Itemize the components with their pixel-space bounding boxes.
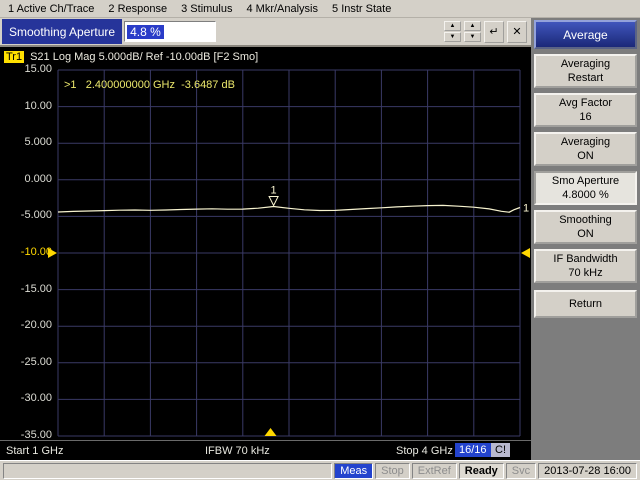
entry-bar: Smoothing Aperture 4.8 % ▲ ▼ ▲ ▼ ↵ ✕: [0, 18, 531, 47]
marker-readout: >1 2.400000000 GHz -3.6487 dB: [64, 79, 235, 91]
softkey-return[interactable]: Return: [534, 290, 637, 318]
ref-level-marker-right: [521, 248, 530, 258]
marker-1-symbol: [268, 196, 279, 207]
spin-up-fine-icon[interactable]: ▲: [464, 21, 481, 31]
trace1-badge[interactable]: Tr1: [4, 51, 25, 63]
entry-value: 4.8 %: [127, 24, 164, 39]
y-axis-label: -15.00: [20, 283, 52, 295]
spin-up-icon[interactable]: ▲: [444, 21, 461, 31]
plot-footer: Start 1 GHz IFBW 70 kHz Stop 4 GHz 16/16…: [0, 440, 531, 460]
enter-icon[interactable]: ↵: [484, 20, 504, 43]
softkey-value: 4.8000 %: [562, 189, 609, 201]
softkey-panel: Average Averaging Restart Avg Factor 16 …: [531, 18, 640, 460]
y-axis-label: -5.000: [20, 209, 52, 221]
spin-down-fine-icon[interactable]: ▼: [464, 32, 481, 42]
cal-status-badge: C!: [491, 443, 510, 457]
status-stop: Stop: [375, 462, 410, 479]
smoothing-aperture-input[interactable]: 4.8 %: [124, 21, 217, 42]
status-extref: ExtRef: [411, 462, 457, 479]
softkey-value: 70 kHz: [568, 267, 603, 279]
sweep-indicator: [264, 428, 277, 436]
menu-item-mkr-analysis[interactable]: 4 Mkr/Analysis: [246, 3, 318, 15]
status-meas: Meas: [334, 462, 374, 479]
avg-count-badge: 16/16: [455, 443, 491, 457]
softkey-avg-factor[interactable]: Avg Factor 16: [534, 93, 637, 127]
menu-item-active-ch-trace[interactable]: 1 Active Ch/Trace: [8, 3, 94, 15]
softkey-label: Smo Aperture: [551, 174, 620, 187]
softkey-label: Averaging: [560, 57, 611, 70]
menu-item-instr-state[interactable]: 5 Instr State: [332, 3, 391, 15]
plot-svg: 11: [48, 69, 530, 437]
spin-group-coarse: ▲ ▼: [444, 21, 461, 42]
softkey-if-bandwidth[interactable]: IF Bandwidth 70 kHz: [534, 249, 637, 283]
ifbw-label: IFBW 70 kHz: [205, 445, 270, 457]
softkey-label: Averaging: [560, 135, 611, 148]
entry-controls: ▲ ▼ ▲ ▼ ↵ ✕: [444, 20, 527, 43]
menu-item-stimulus[interactable]: 3 Stimulus: [181, 3, 232, 15]
y-axis-label: 5.000: [24, 136, 52, 148]
softkey-smo-aperture[interactable]: Smo Aperture 4.8000 %: [534, 171, 637, 205]
softkey-menu-title: Average: [534, 20, 637, 49]
y-axis-label: 10.00: [24, 100, 52, 112]
close-icon[interactable]: ✕: [507, 20, 527, 43]
menu-bar: 1 Active Ch/Trace 2 Response 3 Stimulus …: [0, 0, 640, 18]
y-axis-label: 0.000: [24, 173, 52, 185]
softkey-value: Restart: [567, 72, 604, 84]
status-datetime: 2013-07-28 16:00: [538, 462, 637, 479]
left-column: Smoothing Aperture 4.8 % ▲ ▼ ▲ ▼ ↵ ✕ Tr1…: [0, 18, 531, 460]
menu-item-response[interactable]: 2 Response: [108, 3, 167, 15]
softkey-value: ON: [577, 228, 594, 240]
content-area: Smoothing Aperture 4.8 % ▲ ▼ ▲ ▼ ↵ ✕ Tr1…: [0, 18, 640, 460]
start-frequency-label: Start 1 GHz: [6, 445, 64, 457]
y-axis-ref-label: -10.00: [20, 246, 52, 258]
stop-frequency-label: Stop 4 GHz: [396, 445, 453, 457]
y-axis-label: 15.00: [24, 63, 52, 75]
status-filler: [3, 462, 333, 479]
y-axis-label: -30.00: [20, 392, 52, 404]
softkey-label: Avg Factor: [559, 96, 612, 109]
plot-area: Tr1 S21 Log Mag 5.000dB/ Ref -10.00dB [F…: [0, 47, 531, 460]
softkey-value: ON: [577, 150, 594, 162]
marker-1-label: 1: [271, 185, 277, 197]
softkey-value: 16: [579, 111, 592, 123]
softkey-averaging-restart[interactable]: Averaging Restart: [534, 54, 637, 88]
softkey-label: Return: [568, 297, 603, 310]
status-bar: Meas Stop ExtRef Ready Svc 2013-07-28 16…: [0, 460, 640, 480]
status-ready: Ready: [458, 462, 504, 479]
entry-title: Smoothing Aperture: [2, 19, 123, 44]
vna-screen: 1 Active Ch/Trace 2 Response 3 Stimulus …: [0, 0, 640, 480]
y-axis-label: -20.00: [20, 319, 52, 331]
trace-number-label: 1: [523, 203, 529, 215]
y-axis-label: -25.00: [20, 356, 52, 368]
softkey-smoothing-toggle[interactable]: Smoothing ON: [534, 210, 637, 244]
softkey-label: Smoothing: [559, 213, 612, 226]
trace-settings: S21 Log Mag 5.000dB/ Ref -10.00dB [F2 Sm…: [30, 51, 259, 63]
status-svc: Svc: [505, 462, 537, 479]
spin-group-fine: ▲ ▼: [464, 21, 481, 42]
softkey-averaging-toggle[interactable]: Averaging ON: [534, 132, 637, 166]
trace-header: Tr1 S21 Log Mag 5.000dB/ Ref -10.00dB [F…: [4, 51, 258, 63]
spin-down-icon[interactable]: ▼: [444, 32, 461, 42]
softkey-label: IF Bandwidth: [553, 252, 618, 265]
